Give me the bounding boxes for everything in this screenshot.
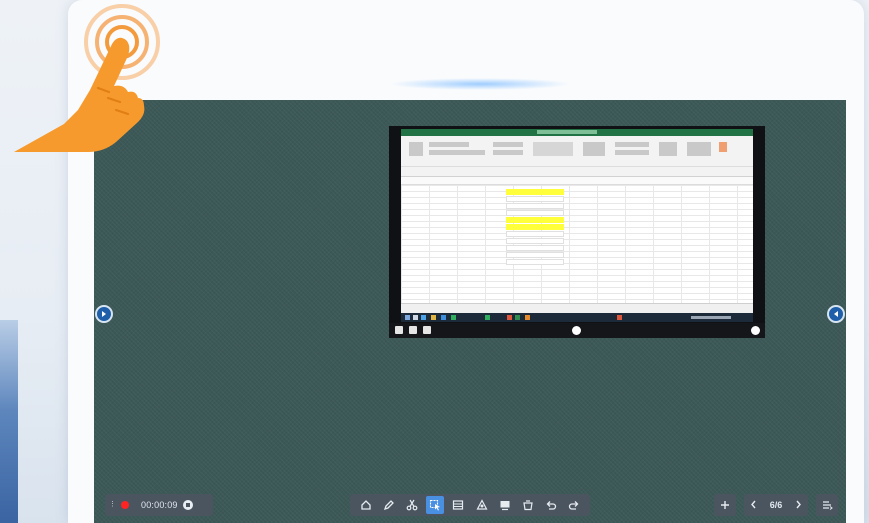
tap-hand-icon bbox=[14, 4, 160, 152]
highlighted-cells bbox=[506, 189, 564, 266]
table-icon[interactable] bbox=[449, 496, 467, 514]
list-menu-icon bbox=[822, 501, 833, 510]
sheet-cell bbox=[506, 189, 564, 195]
board-icon[interactable] bbox=[496, 496, 514, 514]
whiteboard-canvas[interactable]: ⋮ 00:00:09 6/6 bbox=[94, 100, 846, 523]
sheet-cell bbox=[506, 245, 564, 251]
capture-pin-icon[interactable] bbox=[572, 326, 581, 335]
side-decoration bbox=[0, 320, 18, 523]
formula-bar bbox=[401, 177, 753, 185]
embedded-screen-capture[interactable] bbox=[389, 126, 765, 338]
shapes-icon[interactable] bbox=[473, 496, 491, 514]
os-taskbar bbox=[401, 313, 753, 322]
page-list-button[interactable] bbox=[816, 494, 838, 516]
spreadsheet-ribbon bbox=[401, 136, 753, 177]
drawing-toolbar bbox=[350, 494, 590, 516]
sheet-cell bbox=[506, 259, 564, 265]
spreadsheet-grid bbox=[401, 185, 753, 303]
capture-controls-bar bbox=[389, 323, 765, 338]
eraser-icon[interactable] bbox=[519, 496, 537, 514]
sheet-cell bbox=[506, 238, 564, 244]
page-navigator: 6/6 bbox=[744, 494, 808, 516]
recording-bar: ⋮ 00:00:09 bbox=[105, 494, 213, 516]
sheet-cell bbox=[506, 196, 564, 202]
scissors-icon[interactable] bbox=[403, 496, 421, 514]
home-icon[interactable] bbox=[357, 496, 375, 514]
plus-icon bbox=[721, 501, 729, 509]
sheet-cell bbox=[506, 252, 564, 258]
page-prev-arrow-icon[interactable] bbox=[95, 305, 113, 323]
add-page-button[interactable] bbox=[714, 494, 736, 516]
sheet-cell bbox=[506, 217, 564, 223]
sheet-cell bbox=[506, 210, 564, 216]
undo-icon[interactable] bbox=[542, 496, 560, 514]
spreadsheet-window bbox=[401, 129, 753, 314]
redo-icon[interactable] bbox=[565, 496, 583, 514]
capture-window-icon[interactable] bbox=[409, 326, 417, 334]
record-dot-icon bbox=[121, 501, 129, 509]
stop-icon[interactable] bbox=[182, 500, 193, 510]
select-pointer-icon[interactable] bbox=[426, 496, 445, 514]
frame-glow bbox=[390, 78, 570, 90]
capture-close-icon[interactable] bbox=[751, 326, 760, 335]
recording-time: 00:00:09 bbox=[141, 500, 178, 510]
sheet-cell bbox=[506, 224, 564, 230]
page-next-arrow-icon[interactable] bbox=[827, 305, 845, 323]
pen-icon[interactable] bbox=[380, 496, 398, 514]
chevron-left-icon[interactable] bbox=[750, 500, 757, 511]
spreadsheet-titlebar bbox=[401, 129, 753, 136]
capture-grid-icon[interactable] bbox=[395, 326, 403, 334]
vertical-dots-icon[interactable]: ⋮ bbox=[109, 501, 116, 509]
sheet-cell bbox=[506, 231, 564, 237]
chevron-right-icon[interactable] bbox=[795, 500, 802, 511]
sheet-cell bbox=[506, 203, 564, 209]
page-indicator: 6/6 bbox=[769, 500, 783, 510]
capture-split-icon[interactable] bbox=[423, 326, 431, 334]
